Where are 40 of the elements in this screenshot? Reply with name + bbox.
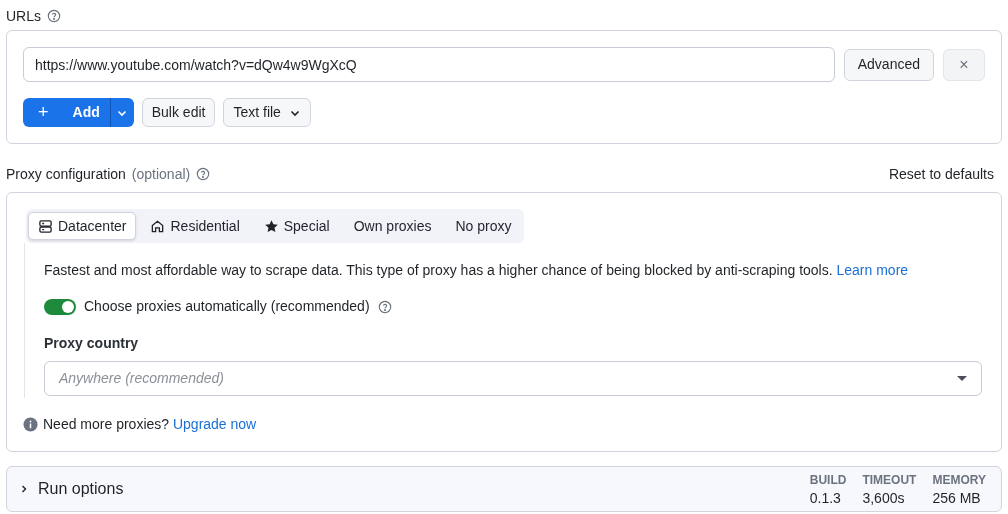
info-icon [23,417,38,432]
stat-value: 3,600s [862,489,906,507]
help-icon [377,299,392,314]
reset-defaults-button[interactable]: Reset to defaults [888,163,1002,185]
proxy-description: Fastest and most affordable way to scrape data. This type of proxy has a higher chance of being blocked by anti-scraping tools. Learn more [44,261,910,280]
run-options-toggle[interactable]: Run options [19,477,124,501]
help-icon [47,9,61,23]
bulk-edit-button[interactable]: Bulk edit [141,98,216,127]
proxy-tab[interactable]: Own proxies [343,212,442,240]
stat-label: BUILD [809,472,847,489]
stat-label: MEMORY [932,472,986,489]
caret-icon [957,375,967,382]
stat-label: TIMEOUT [862,472,917,489]
stat-value: 0.1.3 [809,489,842,507]
field-label: Proxy country [44,334,140,353]
chevron-icon [19,484,29,494]
star-icon [263,218,279,234]
plus-icon: + [38,99,49,126]
proxy-tab[interactable]: Datacenter [28,212,137,240]
upgrade-note: Need more proxies? Upgrade now [43,415,257,434]
url-input-field[interactable]: https://www.youtube.com/watch?v=dQw4w9WgXcQ [23,47,835,82]
proxy-tab[interactable]: Residential [140,212,250,240]
add-dropdown-button[interactable] [109,98,134,127]
help-icon [196,167,211,181]
toggle-label: Choose proxies automatically (recommended) [84,297,370,316]
toggle-switch[interactable] [44,298,76,315]
add-button[interactable]: + Add [23,98,110,127]
proxy-tab[interactable]: Special [253,212,340,240]
proxy-tab[interactable]: No proxy [445,212,522,240]
stat-value: 256 MB [932,489,982,507]
optional-label: (optional) [131,164,191,184]
upgrade-link[interactable]: Upgrade now [172,416,257,432]
text-file-button[interactable]: Text file [223,98,311,127]
remove-button[interactable]: × [943,48,985,81]
learn-more-link[interactable]: Learn more [836,262,909,278]
advanced-button[interactable]: Advanced [843,48,934,81]
house-icon [150,218,166,234]
server-icon [38,218,53,234]
section-label: Proxy configuration [6,164,126,184]
section-label: URLs [6,6,41,26]
